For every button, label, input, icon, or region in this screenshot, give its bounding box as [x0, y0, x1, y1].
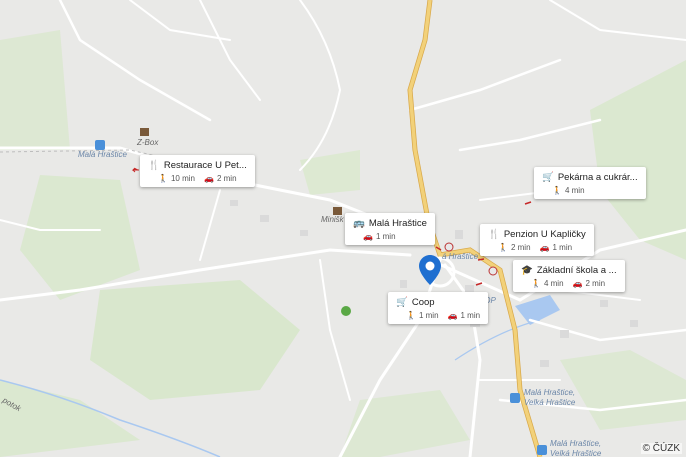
place-label-bus-stop-1a: Malá Hraštice, [524, 388, 576, 397]
drive-time: 1 min [552, 243, 573, 252]
drive-time: 1 min [460, 311, 481, 320]
sport-icon [341, 306, 351, 316]
drive-time: 1 min [375, 232, 396, 241]
place-label-mala-hrastice-center: á Hraštice [442, 252, 479, 261]
walk-time: 4 min [543, 279, 564, 288]
poi-title: Restaurace U Pet... [163, 160, 247, 171]
walk-time: 10 min [170, 174, 195, 183]
poi-card-pekarna[interactable]: 🛒 Pekárna a cukrár... 🚶 4 min [534, 167, 646, 199]
car-icon: 🚗 [539, 243, 550, 252]
place-label-z-box: Z-Box [137, 138, 159, 147]
walk-time: 1 min [418, 311, 439, 320]
walk-icon: 🚶 [158, 174, 168, 183]
location-pin-icon[interactable] [419, 255, 441, 285]
walk-time: 2 min [510, 243, 531, 252]
place-label-bus-stop-1b: Velká Hraštice [524, 398, 576, 407]
drive-time: 2 min [585, 279, 606, 288]
poi-title: Základní škola a ... [536, 265, 617, 276]
cutlery-icon: 🍴 [488, 229, 500, 240]
walk-icon: 🚶 [498, 243, 508, 252]
bus-icon: 🚌 [353, 218, 365, 229]
poi-card-coop[interactable]: 🛒 Coop 🚶 1 min 🚗 1 min [388, 292, 489, 324]
map-view[interactable]: Z-Box Malá Hraštice Minišk á Hraštice OO… [0, 0, 686, 457]
walk-icon: 🚶 [406, 311, 416, 320]
place-label-minisko: Minišk [321, 215, 344, 224]
poi-title: Pekárna a cukrár... [557, 172, 638, 183]
poi-card-zakladni-skola[interactable]: 🎓 Základní škola a ... 🚶 4 min 🚗 2 min [513, 260, 625, 292]
poi-card-restaurace[interactable]: 🍴 Restaurace U Pet... 🚶 10 min 🚗 2 min [140, 155, 255, 187]
bus-stop-icon-2 [510, 393, 520, 403]
cutlery-icon: 🍴 [148, 160, 160, 171]
poi-card-mala-hrastice[interactable]: 🚌 Malá Hraštice 🚗 1 min [345, 213, 435, 245]
poi-card-penzion[interactable]: 🍴 Penzion U Kapličky 🚶 2 min 🚗 1 min [480, 224, 594, 256]
cart-icon: 🛒 [396, 297, 408, 308]
poi-title: Penzion U Kapličky [503, 229, 586, 240]
place-label-bus-stop-2a: Malá Hraštice, [550, 439, 602, 448]
minisko-icon [333, 207, 342, 215]
bus-stop-icon [95, 140, 105, 150]
walk-icon: 🚶 [531, 279, 541, 288]
poi-title: Malá Hraštice [368, 218, 427, 229]
place-label-mala-hrastice-west: Malá Hraštice [78, 150, 127, 159]
place-label-bus-stop-2b: Velká Hraštice [550, 449, 602, 457]
school-icon: 🎓 [521, 265, 533, 276]
drive-time: 2 min [216, 174, 237, 183]
walk-time: 4 min [564, 186, 585, 195]
car-icon: 🚗 [363, 232, 373, 241]
walk-icon: 🚶 [552, 186, 562, 195]
cart-icon: 🛒 [542, 172, 554, 183]
bus-stop-icon-3 [537, 445, 547, 455]
car-icon: 🚗 [447, 311, 458, 320]
car-icon: 🚗 [203, 174, 214, 183]
copyright-label: © ČÚZK [640, 443, 682, 454]
poi-title: Coop [411, 297, 435, 308]
car-icon: 🚗 [572, 279, 583, 288]
z-box-icon [140, 128, 149, 136]
